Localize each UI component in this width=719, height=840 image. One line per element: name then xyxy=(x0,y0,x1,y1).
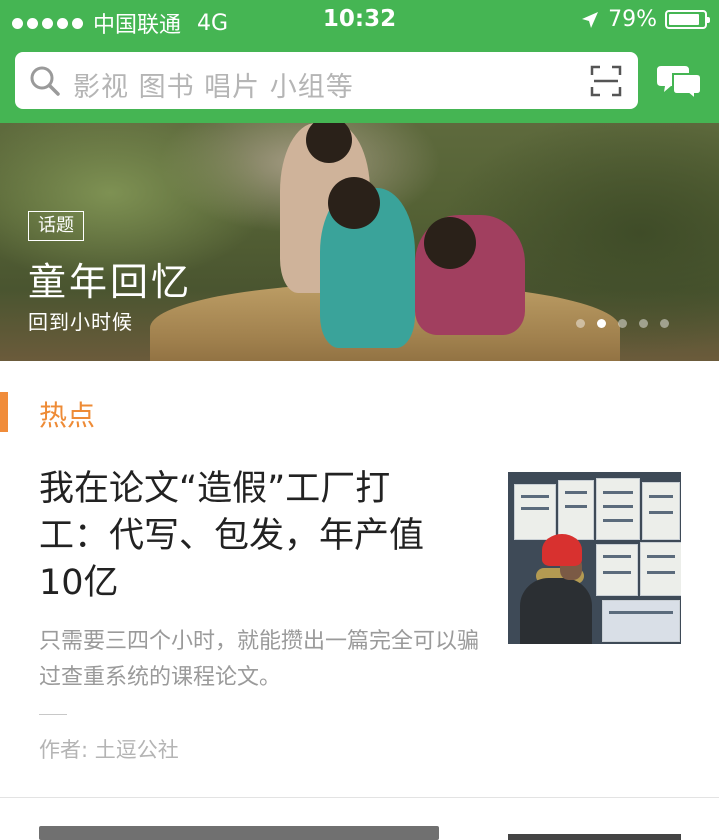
location-arrow-icon xyxy=(582,11,599,28)
scan-icon[interactable] xyxy=(590,65,622,97)
search-bar[interactable]: 影视 图书 唱片 小组等 xyxy=(15,52,638,109)
search-icon xyxy=(30,66,60,96)
search-placeholder[interactable]: 影视 图书 唱片 小组等 xyxy=(73,65,354,104)
pager-dot-active[interactable] xyxy=(597,319,606,328)
status-right: 79% xyxy=(580,7,710,32)
battery-percent: 79% xyxy=(608,7,657,32)
pager-dot[interactable] xyxy=(576,319,585,328)
pager-dot[interactable] xyxy=(639,319,648,328)
next-article-thumbnail-peek[interactable] xyxy=(508,834,681,840)
status-bar: 中国联通 4G 10:32 79% xyxy=(0,0,719,40)
pager-dot[interactable] xyxy=(660,319,669,328)
pager-dot[interactable] xyxy=(618,319,627,328)
section-title: 热点 xyxy=(39,399,96,432)
banner-subtitle: 回到小时候 xyxy=(28,310,133,334)
article-summary: 只需要三四个小时，就能攒出一篇完全可以骗过查重系统的课程论文。 xyxy=(39,629,480,690)
list-divider xyxy=(0,797,719,798)
app-header: 影视 图书 唱片 小组等 xyxy=(0,40,719,123)
article-title[interactable]: 我在论文“造假”工厂打工：代写、包发，年产值10亿 xyxy=(39,466,459,607)
banner-child-head xyxy=(424,217,476,269)
banner-child-head xyxy=(328,177,380,229)
topic-banner[interactable]: 话题 童年回忆 回到小时候 xyxy=(0,123,719,361)
banner-title: 童年回忆 xyxy=(28,260,193,304)
section-accent-bar xyxy=(0,392,8,432)
topic-tag: 话题 xyxy=(28,211,84,241)
banner-pager[interactable] xyxy=(576,319,669,328)
battery-icon xyxy=(665,10,710,29)
article-thumbnail[interactable] xyxy=(508,472,681,644)
article-card[interactable]: 我在论文“造假”工厂打工：代写、包发，年产值10亿 只需要三四个小时，就能攒出一… xyxy=(0,450,719,798)
article-author: 作者: 土逗公社 xyxy=(39,738,179,762)
divider-dash xyxy=(39,714,67,715)
chat-icon[interactable] xyxy=(657,62,701,100)
section-header: 热点 xyxy=(0,392,719,432)
